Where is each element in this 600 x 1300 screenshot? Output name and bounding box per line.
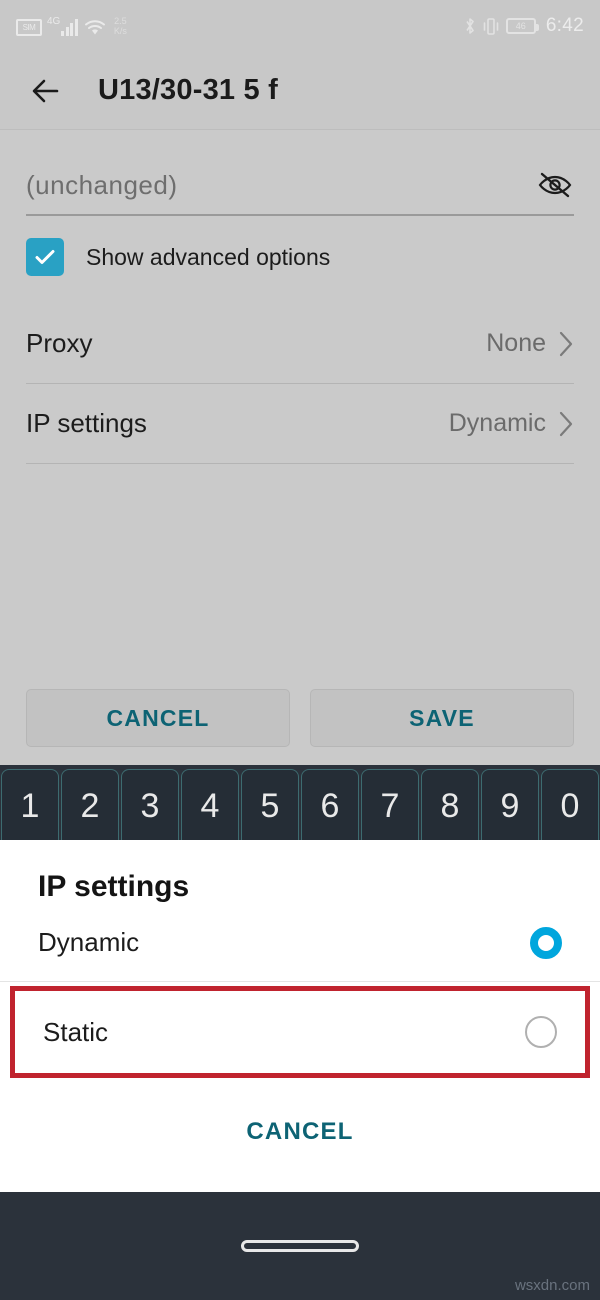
sim-icon-label: SIM <box>22 23 36 32</box>
save-button[interactable]: SAVE <box>310 689 574 747</box>
password-input[interactable]: (unchanged) <box>26 170 178 201</box>
status-bar-right: 46 6:42 <box>464 15 584 37</box>
key-6[interactable]: 6 <box>301 769 359 843</box>
show-advanced-options-label: Show advanced options <box>86 243 331 270</box>
proxy-value: None <box>486 329 546 357</box>
form-action-buttons: CANCEL SAVE <box>0 689 600 747</box>
chevron-right-icon <box>559 331 573 356</box>
dialog-option-static[interactable]: Static <box>10 986 590 1078</box>
key-2[interactable]: 2 <box>61 769 119 843</box>
chevron-right-icon <box>559 411 573 436</box>
key-8[interactable]: 8 <box>421 769 479 843</box>
radio-static[interactable] <box>525 1016 557 1048</box>
sim-icon: SIM <box>16 19 42 36</box>
ip-settings-value-group: Dynamic <box>449 409 574 438</box>
password-field-row[interactable]: (unchanged) <box>26 156 574 216</box>
key-4[interactable]: 4 <box>181 769 239 843</box>
show-advanced-options-checkbox[interactable] <box>26 238 64 276</box>
ip-settings-dialog: IP settings Dynamic Static CANCEL <box>0 840 600 1195</box>
vibrate-icon <box>483 17 499 35</box>
dialog-option-dynamic[interactable]: Dynamic <box>0 904 600 982</box>
navigation-bar: wsxdn.com <box>0 1192 600 1300</box>
back-arrow-icon[interactable] <box>26 71 66 111</box>
dialog-cancel-button[interactable]: CANCEL <box>0 1094 600 1170</box>
dialog-title: IP settings <box>38 870 190 903</box>
signal-bars-glyph <box>61 18 78 36</box>
eye-off-icon[interactable] <box>536 170 574 200</box>
wifi-icon <box>84 20 105 35</box>
key-1[interactable]: 1 <box>1 769 59 843</box>
status-bar-left: SIM 4G 2.5 K/s <box>16 16 464 36</box>
ip-settings-value: Dynamic <box>448 409 546 437</box>
keyboard-number-row: 1 2 3 4 5 6 7 8 9 0 <box>0 769 600 843</box>
dialog-option-dynamic-label: Dynamic <box>38 927 140 957</box>
phone-screen: SIM 4G 2.5 K/s 46 6:42 U13/30-31 5 f (un… <box>0 0 600 1300</box>
proxy-value-group: None <box>486 329 574 358</box>
key-3[interactable]: 3 <box>121 769 179 843</box>
key-5[interactable]: 5 <box>241 769 299 843</box>
app-bar: U13/30-31 5 f <box>0 52 600 130</box>
check-icon <box>35 250 55 264</box>
setting-row-ip-settings[interactable]: IP settings Dynamic <box>26 384 574 464</box>
page-title: U13/30-31 5 f <box>98 74 278 106</box>
signal-bars-icon: 4G <box>47 17 78 36</box>
key-9[interactable]: 9 <box>481 769 539 843</box>
proxy-label: Proxy <box>26 328 93 358</box>
watermark-label: wsxdn.com <box>514 1277 590 1294</box>
bluetooth-icon <box>466 18 474 34</box>
status-bar: SIM 4G 2.5 K/s 46 6:42 <box>0 0 600 52</box>
home-gesture-pill[interactable] <box>241 1240 359 1252</box>
cancel-button[interactable]: CANCEL <box>26 689 290 747</box>
battery-percent-label: 46 <box>515 21 526 31</box>
data-rate-indicator: 2.5 K/s <box>114 16 127 36</box>
data-rate-unit: K/s <box>113 26 127 36</box>
dialog-option-static-label: Static <box>43 1016 109 1047</box>
network-type-label: 4G <box>47 16 61 27</box>
ip-settings-label: IP settings <box>26 408 147 438</box>
key-0[interactable]: 0 <box>541 769 599 843</box>
show-advanced-options-row[interactable]: Show advanced options <box>26 238 574 276</box>
key-7[interactable]: 7 <box>361 769 419 843</box>
data-rate-value: 2.5 <box>114 16 127 26</box>
battery-icon: 46 <box>505 18 539 34</box>
clock-label: 6:42 <box>545 15 584 36</box>
radio-dynamic[interactable] <box>530 926 562 959</box>
wifi-settings-form: (unchanged) Show advanced options Proxy … <box>0 130 600 765</box>
setting-row-proxy[interactable]: Proxy None <box>26 304 574 384</box>
